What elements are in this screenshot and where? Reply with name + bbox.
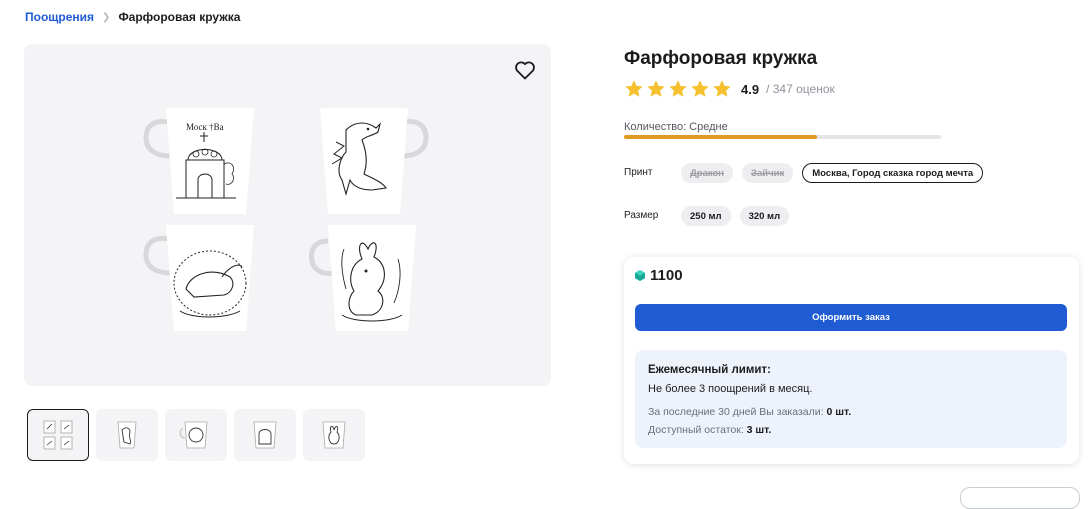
star-icon — [713, 80, 731, 97]
thumbnail-strip — [27, 409, 365, 461]
print-option-bunny[interactable]: Зайчик — [742, 163, 794, 183]
breadcrumb: Поощрения ❯ Фарфоровая кружка — [25, 10, 240, 24]
thumbnail-5[interactable] — [303, 409, 365, 461]
partial-button[interactable] — [960, 487, 1080, 509]
limit-title: Ежемесячный лимит: — [648, 364, 771, 376]
thumbnail-church-image — [253, 421, 277, 449]
limit-remaining-value: 3 шт. — [746, 424, 772, 436]
chevron-right-icon: ❯ — [102, 11, 111, 23]
star-icon — [669, 80, 687, 97]
thumbnail-2[interactable] — [96, 409, 158, 461]
star-icon — [625, 80, 643, 97]
product-rating: 4.9 / 347 оценок — [624, 79, 835, 99]
breadcrumb-current: Фарфоровая кружка — [118, 10, 241, 24]
mug-dragon-image — [320, 108, 429, 214]
rating-count[interactable]: / 347 оценок — [766, 82, 835, 96]
thumbnail-rabbit-image — [179, 421, 208, 449]
size-label: Размер — [624, 210, 659, 221]
print-option-moscow[interactable]: Москва, Город сказка город мечта — [802, 163, 984, 183]
star-icon — [691, 80, 709, 97]
quantity-label: Количество: Средне — [624, 121, 728, 133]
limit-remaining: Доступный остаток: 3 шт. — [648, 424, 1054, 436]
mug-bunny-image — [309, 225, 416, 331]
breadcrumb-link-rewards[interactable]: Поощрения — [25, 10, 94, 24]
order-card: 1100 Оформить заказ Ежемесячный лимит: Н… — [624, 257, 1079, 464]
size-option-320[interactable]: 320 мл — [739, 206, 790, 226]
quantity-bar — [624, 135, 941, 139]
rating-value: 4.9 — [741, 81, 760, 97]
thumbnail-4[interactable] — [234, 409, 296, 461]
star-icon — [647, 80, 665, 97]
heart-icon[interactable] — [513, 58, 537, 82]
print-options: Дракон Зайчик Москва, Город сказка город… — [681, 163, 984, 183]
limit-ordered-label: За последние 30 дней Вы заказали: — [648, 406, 824, 418]
print-option-dragon[interactable]: Дракон — [681, 163, 734, 183]
price: 1100 — [635, 267, 683, 284]
monthly-limit-box: Ежемесячный лимит: Не более 3 поощрений … — [635, 350, 1067, 448]
mug-rabbit-sleeping-image — [143, 225, 254, 331]
thumbnail-3[interactable] — [165, 409, 227, 461]
limit-ordered: За последние 30 дней Вы заказали: 0 шт. — [648, 406, 1054, 418]
size-options: 250 мл 320 мл — [681, 206, 790, 226]
limit-text: Не более 3 поощрений в месяц. — [648, 383, 813, 395]
limit-ordered-value: 0 шт. — [826, 406, 852, 418]
thumbnail-bunny-image — [322, 421, 346, 449]
print-label: Принт — [624, 167, 653, 178]
thumbnail-dragon-image — [117, 421, 137, 449]
svg-text:Моск †Ва: Моск †Ва — [186, 122, 224, 132]
product-title: Фарфоровая кружка — [624, 48, 818, 69]
quantity-bar-fill — [624, 135, 818, 139]
size-option-250[interactable]: 250 мл — [681, 206, 731, 226]
gem-icon — [635, 270, 645, 281]
thumbnail-1[interactable] — [27, 409, 89, 461]
limit-remaining-label: Доступный остаток: — [648, 424, 744, 436]
price-value: 1100 — [650, 267, 683, 284]
product-main-image[interactable]: Моск †Ва — [24, 44, 551, 386]
rating-stars — [624, 79, 732, 99]
place-order-button[interactable]: Оформить заказ — [635, 304, 1067, 331]
thumbnail-mugs-image — [43, 420, 73, 450]
mug-moscow-image: Моск †Ва — [143, 108, 254, 214]
